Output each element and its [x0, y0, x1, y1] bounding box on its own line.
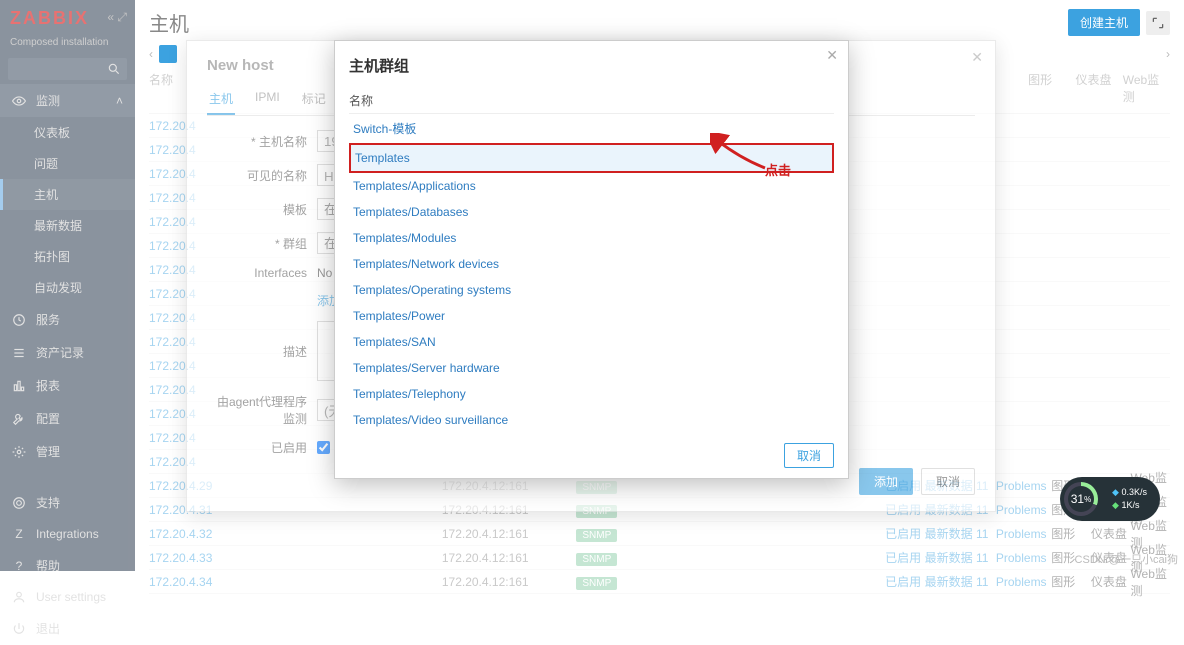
nav-sub-latest[interactable]: 最新数据: [0, 210, 135, 241]
group-item[interactable]: Templates/Video surveillance: [349, 407, 834, 433]
enabled-checkbox[interactable]: [317, 441, 330, 454]
group-item[interactable]: Templates/Power: [349, 303, 834, 329]
chevron-right-icon[interactable]: ›: [1166, 47, 1170, 61]
gear-icon: [12, 445, 26, 459]
clock-icon: [12, 313, 26, 327]
lifebuoy-icon: [12, 496, 26, 510]
nav-help[interactable]: ?帮助: [0, 549, 135, 582]
brand-subtitle: Composed installation: [0, 37, 135, 54]
table-row[interactable]: 172.20.4.34172.20.4.12:161SNMP已启用最新数据 11…: [149, 570, 1170, 594]
chevron-left-icon[interactable]: ‹: [149, 47, 153, 61]
group-item[interactable]: Templates/Databases: [349, 199, 834, 225]
table-row[interactable]: 172.20.4.33172.20.4.12:161SNMP已启用最新数据 11…: [149, 546, 1170, 570]
filter-icon[interactable]: [159, 45, 177, 63]
watermark: CSDN @一只小cai狗: [1075, 551, 1178, 567]
question-icon: ?: [12, 559, 26, 573]
groups-col-name: 名称: [349, 88, 834, 114]
close-icon[interactable]: ✕: [971, 49, 983, 66]
sidebar: « ⤢ ZABBIX Composed installation 监测 ˄ 仪表…: [0, 0, 135, 571]
th-dash: 仪表盘: [1075, 71, 1122, 105]
group-item[interactable]: Switch-模板: [349, 114, 834, 143]
nav-sub-dashboard[interactable]: 仪表板: [0, 117, 135, 148]
search-icon: [107, 62, 121, 76]
chevron-up-icon: ˄: [116, 94, 123, 108]
network-gauge: 31% ◆ 0.3K/s ◆ 1K/s: [1060, 477, 1160, 521]
nav-user-settings[interactable]: User settings: [0, 582, 135, 612]
nav-services[interactable]: 服务: [0, 303, 135, 336]
groups-dialog-title: 主机群组: [349, 55, 834, 76]
power-icon: [12, 622, 26, 636]
add-button[interactable]: 添加: [859, 468, 913, 495]
search-input[interactable]: [8, 58, 127, 80]
z-icon: Z: [12, 527, 26, 541]
nav-sub-maps[interactable]: 拓扑图: [0, 241, 135, 272]
nav-monitoring[interactable]: 监测 ˄: [0, 84, 135, 117]
group-item[interactable]: Templates: [349, 143, 834, 173]
tab-ipmi[interactable]: IPMI: [253, 84, 282, 115]
nav-sub-discovery[interactable]: 自动发现: [0, 272, 135, 303]
group-item[interactable]: Templates/Applications: [349, 173, 834, 199]
list-icon: [12, 346, 26, 360]
nav-config[interactable]: 配置: [0, 402, 135, 435]
fullscreen-button[interactable]: [1146, 11, 1170, 35]
group-item[interactable]: Templates/Network devices: [349, 251, 834, 277]
nav-integrations[interactable]: ZIntegrations: [0, 519, 135, 549]
tab-host[interactable]: 主机: [207, 84, 235, 115]
user-icon: [12, 590, 26, 604]
create-host-button[interactable]: 创建主机: [1068, 9, 1140, 36]
cancel-button[interactable]: 取消: [921, 468, 975, 495]
group-item[interactable]: Templates/Operating systems: [349, 277, 834, 303]
nav-inventory[interactable]: 资产记录: [0, 336, 135, 369]
nav-sub-hosts[interactable]: 主机: [0, 179, 135, 210]
page-title: 主机: [149, 8, 189, 37]
wrench-icon: [12, 412, 26, 426]
collapse-icons[interactable]: « ⤢: [107, 10, 127, 25]
nav-sub-problems[interactable]: 问题: [0, 148, 135, 179]
bar-icon: [12, 379, 26, 393]
group-item[interactable]: Templates/SAN: [349, 329, 834, 355]
eye-icon: [12, 94, 26, 108]
groups-cancel-button[interactable]: 取消: [784, 443, 834, 468]
tab-tags[interactable]: 标记: [300, 84, 328, 115]
group-item[interactable]: Templates/Server hardware: [349, 355, 834, 381]
nav-logout[interactable]: 退出: [0, 612, 135, 645]
close-icon[interactable]: ✕: [826, 47, 838, 64]
group-item[interactable]: Templates/Modules: [349, 225, 834, 251]
nav-admin[interactable]: 管理: [0, 435, 135, 468]
nav-support[interactable]: 支持: [0, 486, 135, 519]
expand-icon: [1151, 16, 1165, 30]
th-graph: 图形: [1028, 71, 1075, 105]
host-groups-dialog: ✕ 主机群组 名称 Switch-模板TemplatesTemplates/Ap…: [334, 40, 849, 479]
group-item[interactable]: Templates/Telephony: [349, 381, 834, 407]
nav-reports[interactable]: 报表: [0, 369, 135, 402]
th-web: Web监测: [1123, 71, 1170, 105]
table-row[interactable]: 172.20.4.32172.20.4.12:161SNMP已启用最新数据 11…: [149, 522, 1170, 546]
annotation-text: 点击: [765, 160, 791, 179]
